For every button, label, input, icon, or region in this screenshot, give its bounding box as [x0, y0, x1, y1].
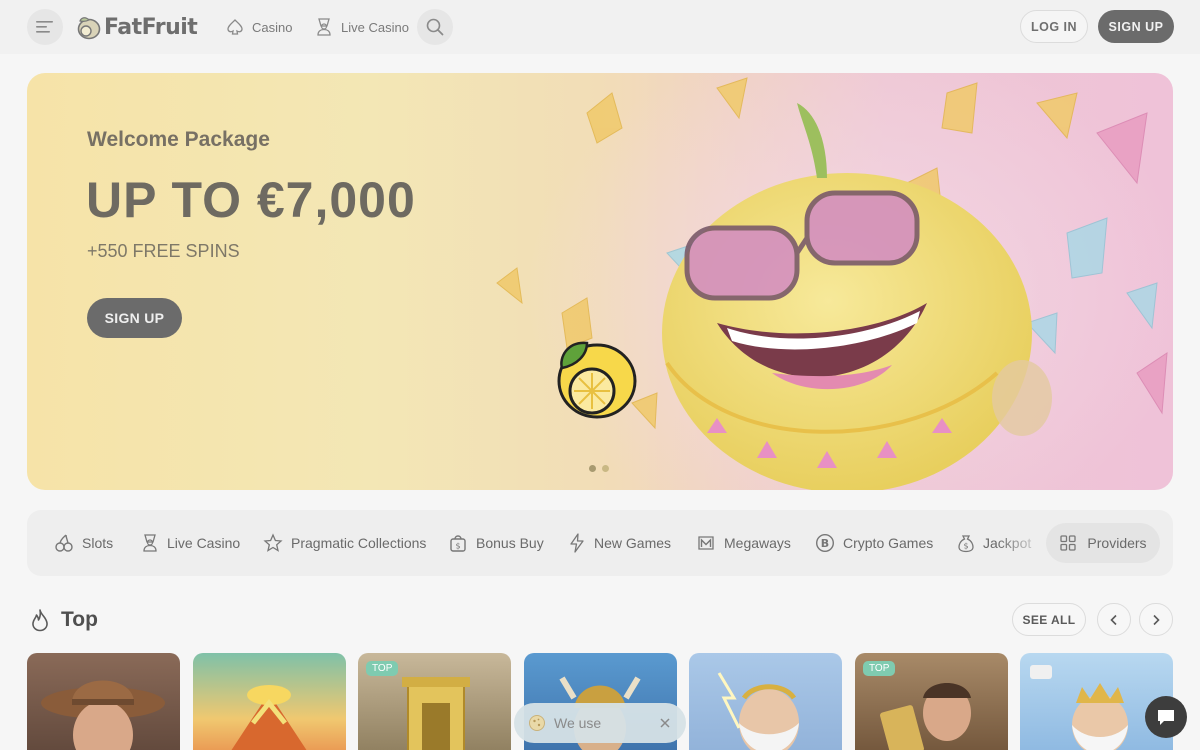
live-chat-button[interactable]	[1145, 696, 1187, 738]
chevron-right-icon	[1153, 614, 1160, 625]
bag-icon: $	[450, 535, 466, 552]
category-megaways[interactable]: Megaways	[696, 530, 791, 556]
top-badge: TOP	[366, 661, 399, 676]
carousel-dot-1[interactable]	[589, 465, 596, 472]
category-new-games-label: New Games	[594, 535, 672, 551]
category-crypto-games[interactable]: B Crypto Games	[815, 530, 933, 556]
nav-live-casino[interactable]: Live Casino	[315, 14, 409, 40]
cookie-close-button[interactable]	[656, 714, 674, 732]
see-all-button[interactable]: SEE ALL	[1012, 603, 1086, 636]
signup-button[interactable]: SIGN UP	[1098, 10, 1174, 43]
game-thumbnail	[717, 672, 799, 750]
nav-casino-label: Casino	[252, 19, 293, 35]
nav-casino[interactable]: Casino	[226, 14, 292, 40]
bitcoin-icon: B	[815, 533, 835, 553]
nav-live-casino-label: Live Casino	[341, 19, 409, 35]
grid-icon	[1060, 535, 1077, 551]
category-live-casino-label: Live Casino	[167, 535, 241, 551]
category-bar: Slots Live Casino Pragmatic Collections …	[27, 510, 1173, 576]
menu-button[interactable]	[27, 9, 63, 45]
category-bonus-buy-label: Bonus Buy	[476, 535, 544, 551]
carousel-dots	[589, 465, 609, 472]
category-pragmatic-collections[interactable]: Pragmatic Collections	[263, 530, 426, 556]
carousel-next-button[interactable]	[1139, 603, 1173, 636]
game-tile[interactable]	[193, 653, 346, 750]
cookie-icon	[529, 715, 545, 731]
flame-icon	[32, 609, 48, 632]
hero-title: UP TO €7,000	[86, 172, 416, 228]
game-thumbnail	[41, 680, 165, 750]
game-tile[interactable]	[689, 653, 842, 750]
providers-label: Providers	[1087, 535, 1147, 551]
game-tile[interactable]: TOP	[358, 653, 511, 750]
top-header: FatFruit Casino Live Casino LOG IN SIGN …	[0, 0, 1200, 54]
cookie-banner: We use	[514, 703, 686, 743]
game-thumbnail	[231, 685, 307, 750]
providers-button[interactable]: Providers	[1046, 523, 1160, 563]
search-button[interactable]	[417, 9, 453, 45]
section-top-heading: Top	[29, 606, 98, 634]
star-icon	[263, 533, 283, 552]
hero-subtitle: Welcome Package	[87, 128, 270, 151]
svg-text:B: B	[821, 537, 829, 550]
m-icon	[698, 536, 714, 550]
game-tile[interactable]	[27, 653, 180, 750]
carousel-prev-button[interactable]	[1097, 603, 1131, 636]
game-tile[interactable]: TOP	[855, 653, 1008, 750]
category-megaways-label: Megaways	[724, 535, 791, 551]
cookie-text: We use	[554, 715, 602, 731]
close-icon	[660, 718, 670, 728]
hero-free-spins: +550 FREE SPINS	[87, 241, 240, 261]
category-bonus-buy[interactable]: $ Bonus Buy	[448, 530, 544, 556]
category-new-games[interactable]: New Games	[568, 530, 671, 556]
svg-text:$: $	[963, 542, 968, 551]
search-icon	[426, 18, 444, 36]
lemon-logo-icon	[77, 17, 101, 40]
login-button[interactable]: LOG IN	[1020, 10, 1088, 43]
category-slots-label: Slots	[82, 535, 114, 551]
fatfruit-logo[interactable]: FatFruit	[76, 12, 198, 42]
welcome-banner[interactable]: Welcome Package UP TO €7,000 +550 FREE S…	[27, 73, 1173, 490]
cherries-icon	[55, 534, 73, 552]
top-badge: TOP	[863, 661, 896, 676]
category-pragmatic-collections-label: Pragmatic Collections	[291, 535, 427, 551]
dealer-icon	[317, 18, 331, 36]
category-live-casino[interactable]: Live Casino	[141, 530, 240, 556]
category-crypto-games-label: Crypto Games	[843, 535, 934, 551]
lightning-icon	[570, 533, 584, 553]
chat-icon	[1158, 710, 1174, 725]
category-scroll-fade	[997, 510, 1047, 576]
hamburger-icon	[36, 21, 53, 33]
moneybag-icon: $	[958, 535, 974, 553]
carousel-dot-2[interactable]	[602, 465, 609, 472]
svg-text:$: $	[455, 542, 460, 551]
chevron-left-icon	[1110, 614, 1117, 625]
category-slots[interactable]: Slots	[54, 530, 113, 556]
dealer-icon	[143, 534, 157, 552]
section-top-title: Top	[61, 608, 98, 631]
logo-text: FatFruit	[104, 14, 198, 40]
spade-icon	[227, 19, 243, 35]
hero-signup-button[interactable]: SIGN UP	[87, 298, 182, 338]
